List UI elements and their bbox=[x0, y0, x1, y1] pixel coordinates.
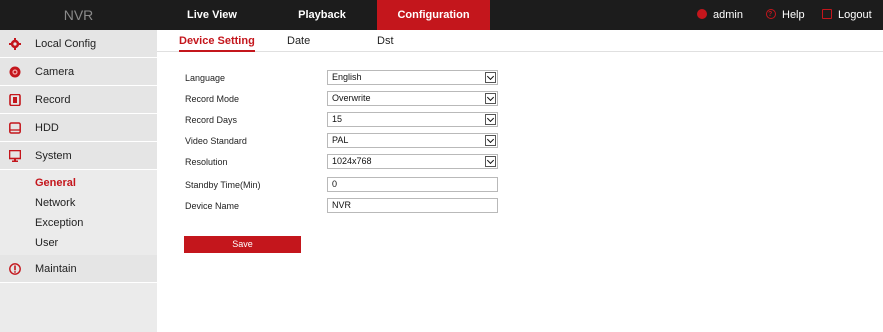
chevron-down-icon bbox=[485, 93, 496, 104]
settings-tabs: Device Setting Date Dst bbox=[157, 30, 883, 52]
tab-playback[interactable]: Playback bbox=[267, 0, 377, 30]
record-mode-label: Record Mode bbox=[185, 94, 240, 104]
tab-configuration[interactable]: Configuration bbox=[377, 0, 490, 30]
standby-time-input[interactable]: 0 bbox=[327, 177, 498, 192]
language-label: Language bbox=[185, 73, 226, 83]
sidebar-item-maintain[interactable]: Maintain bbox=[0, 255, 157, 283]
sidebar: Local Config Camera Record HDD System Ge… bbox=[0, 30, 157, 332]
logout-link[interactable]: Logout bbox=[822, 0, 872, 30]
sidebar-item-system[interactable]: System bbox=[0, 142, 157, 170]
sidebar-item-label: HDD bbox=[35, 122, 59, 134]
admin-link[interactable]: admin bbox=[697, 0, 743, 30]
sidebar-item-label: Local Config bbox=[35, 38, 97, 50]
sidebar-item-label: Record bbox=[35, 94, 71, 106]
camera-icon bbox=[9, 66, 21, 78]
video-standard-select[interactable]: PAL bbox=[327, 133, 498, 148]
record-days-label: Record Days bbox=[185, 115, 238, 125]
video-standard-value: PAL bbox=[332, 135, 349, 145]
resolution-select[interactable]: 1024x768 bbox=[327, 154, 498, 169]
logout-label: Logout bbox=[838, 9, 872, 21]
record-mode-select[interactable]: Overwrite bbox=[327, 91, 498, 106]
chevron-down-icon bbox=[485, 114, 496, 125]
logout-icon bbox=[822, 9, 832, 19]
sidebar-item-hdd[interactable]: HDD bbox=[0, 114, 157, 142]
video-standard-label: Video Standard bbox=[185, 136, 247, 146]
help-link[interactable]: Help bbox=[766, 0, 805, 30]
help-label: Help bbox=[782, 9, 805, 21]
sidebar-subitem-user[interactable]: User bbox=[35, 233, 58, 253]
resolution-value: 1024x768 bbox=[332, 156, 372, 166]
standby-time-label: Standby Time(Min) bbox=[185, 180, 261, 190]
tab-live-view[interactable]: Live View bbox=[157, 0, 267, 30]
sidebar-item-label: Maintain bbox=[35, 263, 77, 275]
monitor-icon bbox=[9, 150, 21, 162]
sidebar-item-label: System bbox=[35, 150, 72, 162]
save-button[interactable]: Save bbox=[184, 236, 301, 253]
language-select[interactable]: English bbox=[327, 70, 498, 85]
sidebar-subitem-network[interactable]: Network bbox=[35, 193, 75, 213]
record-days-value: 15 bbox=[332, 114, 343, 124]
resolution-label: Resolution bbox=[185, 157, 228, 167]
device-name-input[interactable]: NVR bbox=[327, 198, 498, 213]
admin-label: admin bbox=[713, 9, 743, 21]
app-logo: NVR bbox=[63, 7, 94, 23]
info-icon bbox=[9, 263, 21, 275]
sidebar-item-camera[interactable]: Camera bbox=[0, 58, 157, 86]
sidebar-item-record[interactable]: Record bbox=[0, 86, 157, 114]
tab-device-setting[interactable]: Device Setting bbox=[179, 30, 255, 52]
sidebar-item-local-config[interactable]: Local Config bbox=[0, 30, 157, 58]
help-icon bbox=[766, 0, 776, 30]
chevron-down-icon bbox=[485, 156, 496, 167]
tab-date[interactable]: Date bbox=[287, 30, 310, 52]
sidebar-subitem-general[interactable]: General bbox=[35, 173, 76, 193]
tab-dst[interactable]: Dst bbox=[377, 30, 394, 52]
top-bar: NVR Live View Playback Configuration adm… bbox=[0, 0, 883, 30]
hdd-icon bbox=[9, 122, 21, 134]
record-mode-value: Overwrite bbox=[332, 93, 371, 103]
language-value: English bbox=[332, 72, 362, 82]
gear-icon bbox=[9, 38, 21, 50]
sidebar-subitem-exception[interactable]: Exception bbox=[35, 213, 83, 233]
chevron-down-icon bbox=[485, 135, 496, 146]
record-icon bbox=[9, 94, 21, 106]
chevron-down-icon bbox=[485, 72, 496, 83]
user-icon bbox=[697, 9, 707, 19]
record-days-select[interactable]: 15 bbox=[327, 112, 498, 127]
device-name-label: Device Name bbox=[185, 201, 240, 211]
sidebar-item-label: Camera bbox=[35, 66, 75, 78]
